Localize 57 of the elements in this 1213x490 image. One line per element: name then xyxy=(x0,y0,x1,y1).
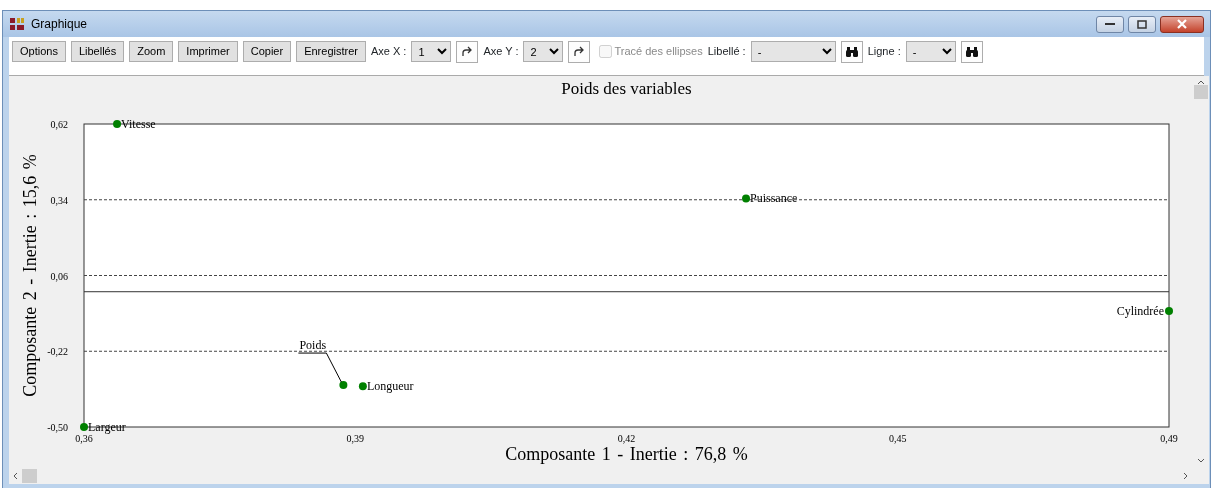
point-label: Cylindrée xyxy=(1116,303,1164,318)
point-label: Puissance xyxy=(750,191,798,206)
scroll-down-icon[interactable] xyxy=(1196,458,1205,463)
redo-arrow-icon xyxy=(573,46,586,58)
toolbar-button[interactable]: Options xyxy=(12,41,66,62)
scroll-left-icon[interactable] xyxy=(13,471,18,480)
scrollbar-thumb[interactable] xyxy=(1193,85,1208,99)
x-tick-label: 0,36 xyxy=(75,433,93,444)
point-label: Largeur xyxy=(88,420,126,434)
point-label: Longueur xyxy=(366,379,414,394)
close-button[interactable] xyxy=(1160,15,1204,33)
maximize-icon xyxy=(1137,19,1147,29)
toolbar-button[interactable]: Imprimer xyxy=(178,41,238,62)
line-filter-select[interactable]: - xyxy=(905,41,956,62)
x-tick-label: 0,39 xyxy=(346,433,364,444)
x-tick-label: 0,49 xyxy=(1160,433,1178,444)
minimize-icon xyxy=(1105,22,1115,26)
search-button[interactable] xyxy=(840,41,863,63)
app-icon xyxy=(9,16,25,32)
x-tick-label: 0,45 xyxy=(889,433,907,444)
apply-button[interactable] xyxy=(456,41,479,63)
y-tick-label: 0,06 xyxy=(50,270,68,282)
window-title: Graphique xyxy=(31,16,88,33)
axis-x-label: Axe X : xyxy=(370,44,407,59)
binoculars-icon xyxy=(844,46,859,58)
point-label: Poids xyxy=(299,338,327,353)
minimize-button[interactable] xyxy=(1096,15,1124,33)
binoculars-icon xyxy=(964,46,979,58)
toolbar-button[interactable]: Enregistrer xyxy=(296,41,366,62)
axis-y-label: Axe Y : xyxy=(483,44,519,59)
apply-button[interactable] xyxy=(568,41,591,63)
scroll-up-icon[interactable] xyxy=(1196,80,1205,85)
y-tick-label: -0,22 xyxy=(47,346,68,358)
toolbar-button[interactable]: Libellés xyxy=(70,41,125,62)
chart-title: Poids des variables xyxy=(561,79,692,98)
label-filter-select[interactable]: - xyxy=(750,41,836,62)
axis-y-select[interactable]: 2 xyxy=(523,41,564,62)
search-button[interactable] xyxy=(960,41,983,63)
y-tick-label: 0,62 xyxy=(50,119,68,130)
point-label: Vitesse xyxy=(121,117,156,131)
maximize-button[interactable] xyxy=(1128,15,1156,33)
x-tick-label: 0,42 xyxy=(617,433,636,444)
scrollbar-thumb[interactable] xyxy=(22,468,37,483)
scroll-right-icon[interactable] xyxy=(1183,471,1188,480)
toolbar-button[interactable]: Zoom xyxy=(129,41,174,62)
toolbar-button[interactable]: Copier xyxy=(242,41,292,62)
axis-x-select[interactable]: 1 xyxy=(411,41,452,62)
y-tick-label: 0,34 xyxy=(50,194,68,206)
x-axis-title: Composante 1 - Inertie : 76,8 % xyxy=(505,444,748,464)
line-filter-label: Ligne : xyxy=(867,44,901,59)
leader-line xyxy=(297,352,342,383)
y-axis-title: Composante 2 - Inertie : 15,6 % xyxy=(20,154,40,397)
y-tick-label: -0,50 xyxy=(47,422,68,433)
close-icon xyxy=(1176,19,1188,29)
redo-arrow-icon xyxy=(461,46,474,58)
ellipses-label: Tracé des ellipses xyxy=(614,44,703,59)
label-filter-label: Libellé : xyxy=(707,44,746,59)
